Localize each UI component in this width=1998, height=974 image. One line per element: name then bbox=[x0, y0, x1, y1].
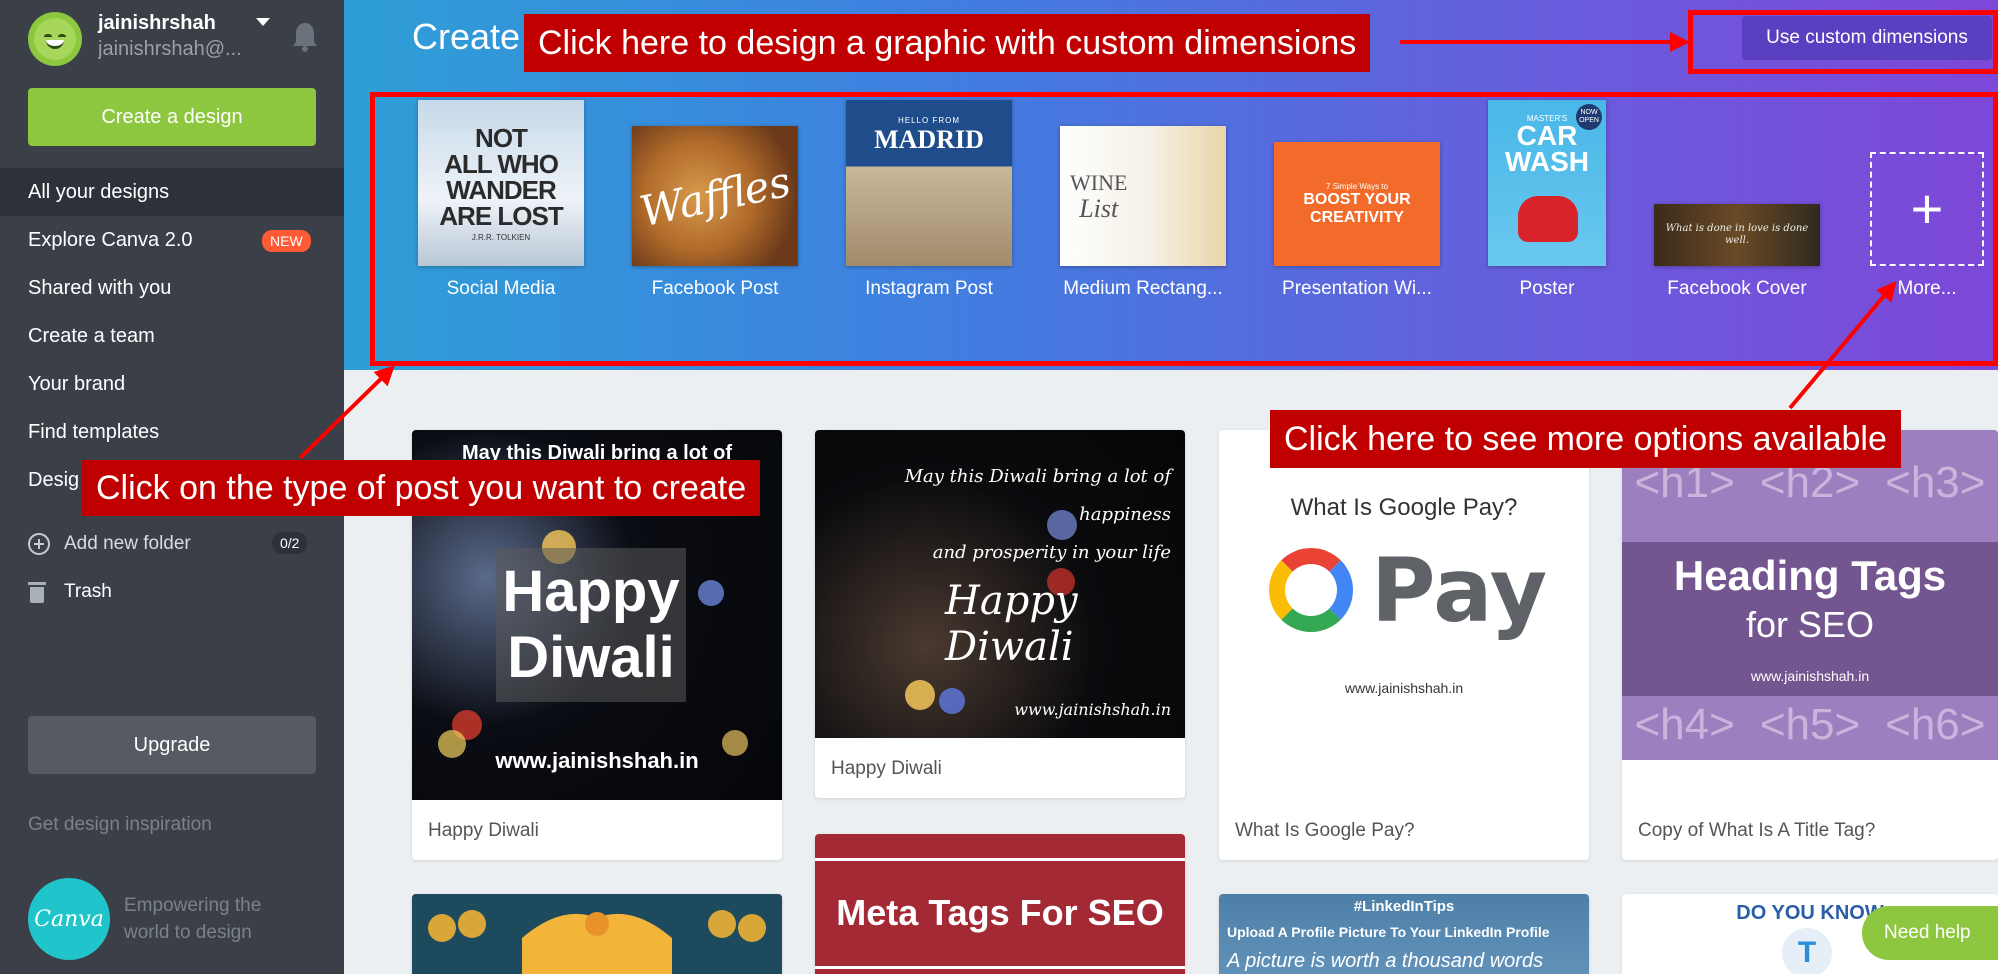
design-inspiration-link[interactable]: Get design inspiration bbox=[28, 814, 212, 836]
trash-label: Trash bbox=[64, 581, 112, 602]
design-card[interactable]: #LinkedInTips Upload A Profile Picture T… bbox=[1219, 894, 1589, 974]
tagline: Empowering the world to design bbox=[124, 895, 262, 943]
sidebar-item-label: Find templates bbox=[28, 420, 160, 443]
add-folder-label: Add new folder bbox=[64, 533, 191, 554]
chevron-down-icon[interactable] bbox=[256, 18, 270, 26]
upgrade-button[interactable]: Upgrade bbox=[28, 716, 316, 774]
design-title: Copy of What Is A Title Tag? bbox=[1638, 820, 1876, 841]
temple-illustration bbox=[412, 894, 782, 974]
design-thumbnail: <h1> <h2> <h3> Heading Tags for SEO www.… bbox=[1622, 430, 1998, 760]
callout-custom-dimensions: Click here to design a graphic with cust… bbox=[524, 14, 1371, 72]
sidebar-item-label: Desig bbox=[28, 468, 80, 491]
sidebar-item-label: Your brand bbox=[28, 372, 126, 395]
design-card[interactable]: What Is Google Pay? Pay www.jainishshah.… bbox=[1219, 430, 1589, 860]
design-title: What Is Google Pay? bbox=[1235, 820, 1415, 841]
user-name: jainishrshah bbox=[98, 12, 216, 34]
sidebar-item-find-templates[interactable]: Find templates bbox=[0, 408, 344, 456]
google-pay-logo: Pay bbox=[1269, 539, 1547, 642]
design-title: Happy Diwali bbox=[428, 820, 539, 841]
sidebar-item-label: Shared with you bbox=[28, 276, 172, 299]
user-menu[interactable]: jainishrshah jainishrshah@... bbox=[28, 8, 328, 68]
need-help-button[interactable]: Need help bbox=[1862, 906, 1998, 960]
create-design-button[interactable]: Create a design bbox=[28, 88, 316, 146]
design-card[interactable]: <h1> <h2> <h3> Heading Tags for SEO www.… bbox=[1622, 430, 1998, 860]
design-card[interactable]: Meta Tags For SEO bbox=[815, 834, 1185, 974]
page-title: Create bbox=[412, 16, 521, 57]
trash-link[interactable]: Trash bbox=[28, 574, 112, 610]
add-folder-button[interactable]: Add new folder 0/2 bbox=[28, 526, 318, 562]
sidebar-item-label: Explore Canva 2.0 bbox=[28, 228, 193, 251]
bell-icon[interactable] bbox=[290, 20, 320, 54]
sidebar-item-explore-canva[interactable]: Explore Canva 2.0 NEW bbox=[0, 216, 344, 264]
user-email: jainishrshah@... bbox=[98, 38, 242, 60]
design-thumbnail: What Is Google Pay? Pay www.jainishshah.… bbox=[1219, 430, 1589, 760]
design-thumbnail: May this Diwali bring a lot of happiness… bbox=[815, 430, 1185, 738]
trash-icon bbox=[28, 581, 46, 603]
sidebar-item-shared[interactable]: Shared with you bbox=[0, 264, 344, 312]
sidebar-item-create-team[interactable]: Create a team bbox=[0, 312, 344, 360]
design-card[interactable]: May this Diwali bring a lot of happiness… bbox=[815, 430, 1185, 798]
callout-more-options: Click here to see more options available bbox=[1270, 410, 1901, 468]
design-thumbnail: #LinkedInTips Upload A Profile Picture T… bbox=[1219, 894, 1589, 974]
sidebar-item-label: All your designs bbox=[28, 180, 170, 203]
add-circle-icon bbox=[28, 533, 50, 555]
design-thumbnail bbox=[412, 894, 782, 974]
design-thumbnail: Meta Tags For SEO bbox=[815, 834, 1185, 974]
custom-dimensions-highlight bbox=[1688, 10, 1998, 74]
folder-count-badge: 0/2 bbox=[272, 532, 308, 554]
canva-logo[interactable]: Canva bbox=[28, 878, 110, 960]
design-card[interactable] bbox=[412, 894, 782, 974]
new-badge: NEW bbox=[262, 230, 311, 252]
avatar[interactable] bbox=[28, 12, 82, 66]
callout-post-type: Click on the type of post you want to cr… bbox=[82, 460, 761, 516]
design-types-highlight bbox=[370, 92, 1998, 366]
sidebar-nav: All your designs Explore Canva 2.0 NEW S… bbox=[0, 168, 364, 504]
sidebar-item-brand[interactable]: Your brand bbox=[0, 360, 344, 408]
sidebar-item-label: Create a team bbox=[28, 324, 155, 347]
sidebar-item-all-designs[interactable]: All your designs bbox=[0, 168, 364, 216]
design-title: Happy Diwali bbox=[831, 758, 942, 779]
